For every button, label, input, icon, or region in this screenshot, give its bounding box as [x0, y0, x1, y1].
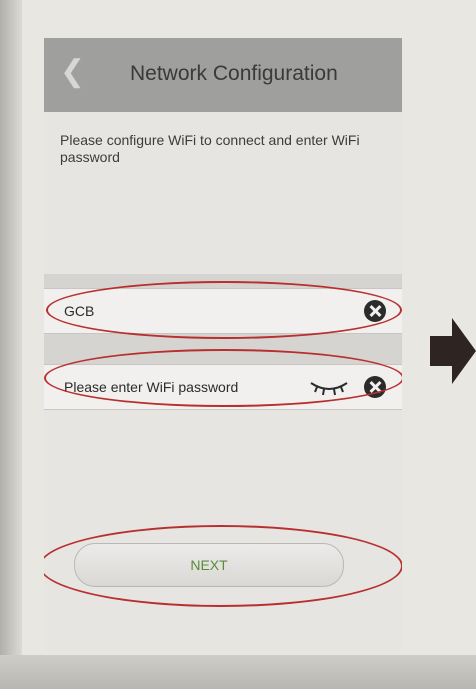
wifi-ssid-field[interactable]: GCB	[44, 288, 402, 334]
page-title: Network Configuration	[130, 62, 338, 85]
arrow-right-icon	[430, 318, 476, 384]
wifi-ssid-value: GCB	[64, 303, 95, 319]
next-button[interactable]: NEXT	[74, 543, 344, 587]
instruction-text: Please configure WiFi to connect and ent…	[60, 132, 360, 165]
phone-screen: ❮ Network Configuration Please configure…	[44, 38, 402, 650]
clear-icon[interactable]	[364, 300, 386, 322]
eye-closed-icon[interactable]	[308, 377, 350, 397]
page-bottom	[0, 655, 476, 689]
header-bar: ❮ Network Configuration	[44, 38, 402, 112]
back-button[interactable]: ❮	[60, 51, 94, 93]
wifi-password-field[interactable]: Please enter WiFi password	[44, 364, 402, 410]
password-placeholder: Please enter WiFi password	[64, 379, 239, 395]
page-edge	[0, 0, 22, 689]
chevron-left-icon: ❮	[60, 55, 86, 88]
clear-icon[interactable]	[364, 376, 386, 398]
